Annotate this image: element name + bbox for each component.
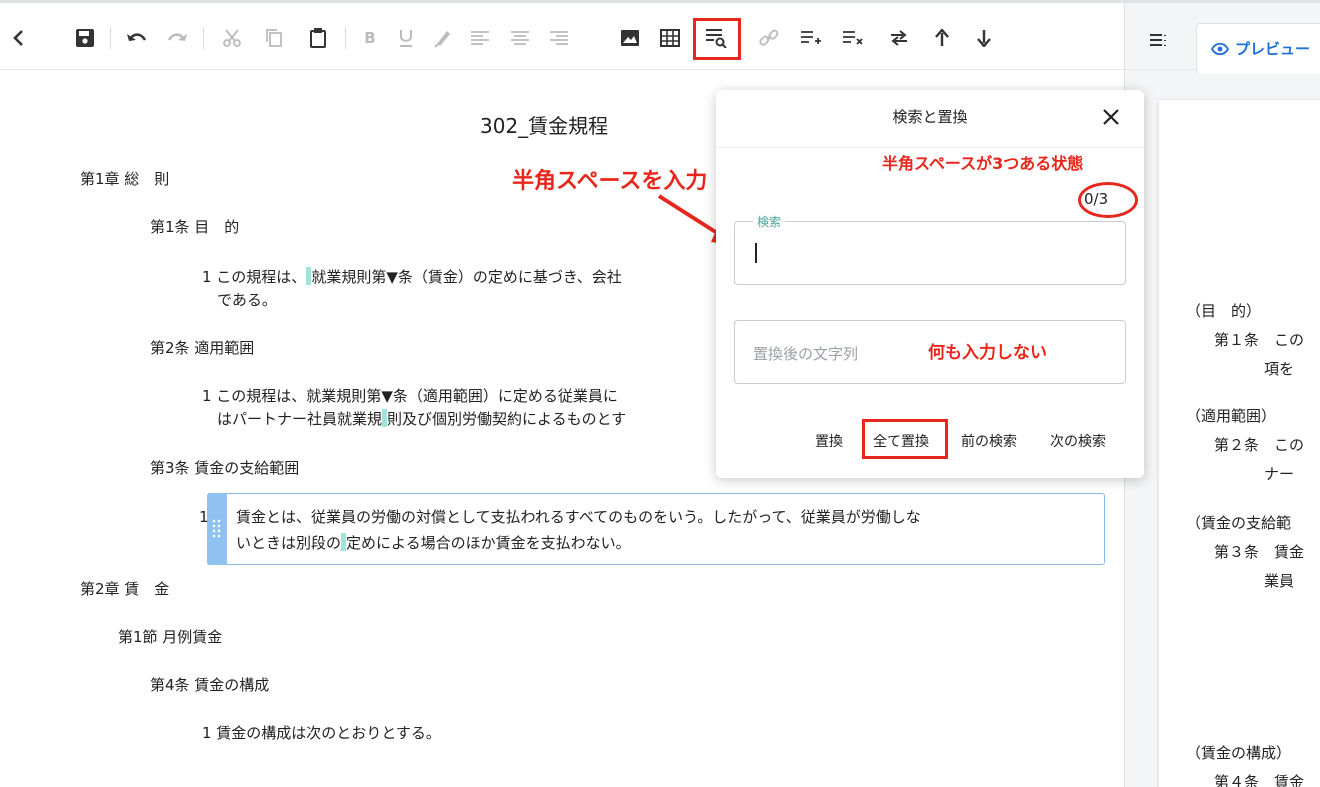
editor-app: B プレビュー （目 的） 第１条 この 項を （適用範囲） 第２条 この ナー… xyxy=(0,0,1320,787)
preview-page: （目 的） 第１条 この 項を （適用範囲） 第２条 この ナー （賃金の支給範… xyxy=(1159,100,1320,787)
paragraph-line[interactable]: 1 賃金の構成は次のとおりとする。 xyxy=(202,722,441,744)
prev-search-button[interactable]: 前の検索 xyxy=(961,431,1017,451)
copy-icon[interactable] xyxy=(261,25,287,51)
table-icon[interactable] xyxy=(657,25,683,51)
paragraph-line[interactable]: いときは別段の 定めによる場合のほか賃金を支払わない。 xyxy=(236,532,631,554)
article-heading[interactable]: 第1条 目 的 xyxy=(150,216,239,238)
dialog-title: 検索と置換 xyxy=(892,108,968,126)
close-icon[interactable] xyxy=(1098,104,1124,130)
annotation-enter-space: 半角スペースを入力 xyxy=(512,169,708,194)
search-field[interactable]: 検索 xyxy=(734,213,1126,285)
delete-line-icon[interactable] xyxy=(840,25,866,51)
dialog-divider xyxy=(716,147,1144,148)
paragraph-text: 定めによる場合のほか賃金を支払わない。 xyxy=(346,534,631,552)
toolbar-divider xyxy=(110,27,111,49)
replace-placeholder: 置換後の文字列 xyxy=(753,345,859,363)
paragraph-number: 1 xyxy=(199,508,209,526)
text-caret xyxy=(755,243,757,263)
align-left-icon[interactable] xyxy=(467,25,493,51)
drag-dots-icon xyxy=(212,519,221,538)
eye-icon xyxy=(1211,42,1229,56)
paragraph-text: はパートナー社員就業規 xyxy=(217,410,383,428)
replace-field[interactable]: 置換後の文字列 何も入力しない xyxy=(734,320,1126,384)
toolbar: B xyxy=(0,0,1125,70)
underline-icon[interactable] xyxy=(393,25,419,51)
paragraph-text: 就業規則第▼条（賃金）の定めに基づき、会社 xyxy=(311,268,622,286)
highlighter-icon[interactable] xyxy=(430,25,456,51)
replace-button[interactable]: 置換 xyxy=(815,431,843,451)
chapter-heading[interactable]: 第2章 賃 金 xyxy=(80,578,169,600)
document-title: 302_賃金規程 xyxy=(480,114,609,138)
preview-line: ナー xyxy=(1264,465,1295,483)
paragraph-text: 1 この規程は、 xyxy=(202,268,307,286)
annotation-no-input: 何も入力しない xyxy=(928,343,1047,363)
preview-line: 業員 xyxy=(1264,572,1295,590)
find-replace-dialog: 検索と置換 半角スペースが3つある状態 0/3 検索 置換後の文字列 何も入力し… xyxy=(716,90,1144,478)
panel-tabs: プレビュー xyxy=(1125,0,1320,73)
article-heading[interactable]: 第4条 賃金の構成 xyxy=(150,674,269,696)
redo-icon[interactable] xyxy=(164,25,190,51)
count-highlight-circle xyxy=(1078,182,1138,218)
back-chevron-icon[interactable] xyxy=(6,25,32,51)
preview-panel: プレビュー （目 的） 第１条 この 項を （適用範囲） 第２条 この ナー （… xyxy=(1124,0,1320,787)
cut-icon[interactable] xyxy=(219,25,245,51)
selected-paragraph-block[interactable] xyxy=(207,493,1105,565)
undo-icon[interactable] xyxy=(124,25,150,51)
article-heading[interactable]: 第3条 賃金の支給範囲 xyxy=(150,457,299,479)
align-right-icon[interactable] xyxy=(546,25,572,51)
preview-line: （適用範囲） xyxy=(1186,407,1277,425)
paragraph-line[interactable]: 1 この規程は、 就業規則第▼条（賃金）の定めに基づき、会社 xyxy=(202,266,622,288)
preview-line: 第３条 賃金 xyxy=(1214,543,1305,561)
preview-line: 第１条 この xyxy=(1214,331,1305,349)
chapter-heading[interactable]: 第1章 総 則 xyxy=(80,168,169,190)
section-heading[interactable]: 第1節 月例賃金 xyxy=(118,626,222,648)
search-field-label: 検索 xyxy=(753,213,786,230)
paste-icon[interactable] xyxy=(305,25,331,51)
replace-all-highlight xyxy=(862,419,948,459)
find-replace-highlight xyxy=(693,18,741,60)
annotation-three-spaces: 半角スペースが3つある状態 xyxy=(882,154,1084,173)
paragraph-line[interactable]: 1 この規程は、就業規則第▼条（適用範囲）に定める従業員に xyxy=(202,385,618,407)
next-search-button[interactable]: 次の検索 xyxy=(1050,431,1106,451)
align-center-icon[interactable] xyxy=(507,25,533,51)
preview-line: （賃金の構成） xyxy=(1186,744,1292,762)
tab-preview[interactable]: プレビュー xyxy=(1196,23,1320,73)
move-up-icon[interactable] xyxy=(929,25,955,51)
drag-handle[interactable] xyxy=(207,493,227,565)
preview-line: （目 的） xyxy=(1186,302,1262,320)
swap-icon[interactable] xyxy=(886,25,912,51)
paragraph-text: 則及び個別労働契約によるものとす xyxy=(387,410,627,428)
link-icon[interactable] xyxy=(756,25,782,51)
preview-line: 項を xyxy=(1264,360,1295,378)
article-heading[interactable]: 第2条 適用範囲 xyxy=(150,337,254,359)
toolbar-divider xyxy=(345,27,346,49)
paragraph-text: いときは別段の xyxy=(236,534,342,552)
insert-line-icon[interactable] xyxy=(798,25,824,51)
image-icon[interactable] xyxy=(617,25,643,51)
bold-icon[interactable]: B xyxy=(357,25,383,51)
save-icon[interactable] xyxy=(72,25,98,51)
toolbar-divider xyxy=(203,27,204,49)
move-down-icon[interactable] xyxy=(971,25,997,51)
preview-line: 第２条 この xyxy=(1214,436,1305,454)
preview-line: （賃金の支給範 xyxy=(1186,514,1292,532)
paragraph-line[interactable]: はパートナー社員就業規 則及び個別労働契約によるものとす xyxy=(217,408,626,430)
preview-line: 第４条 賃金 xyxy=(1214,773,1305,787)
tab-preview-label: プレビュー xyxy=(1235,40,1311,58)
paragraph-line[interactable]: 賃金とは、従業員の労働の対償として支払われるすべてのものをいう。したがって、従業… xyxy=(236,506,921,528)
outline-list-icon[interactable] xyxy=(1145,27,1171,53)
paragraph-line[interactable]: である。 xyxy=(217,289,277,311)
